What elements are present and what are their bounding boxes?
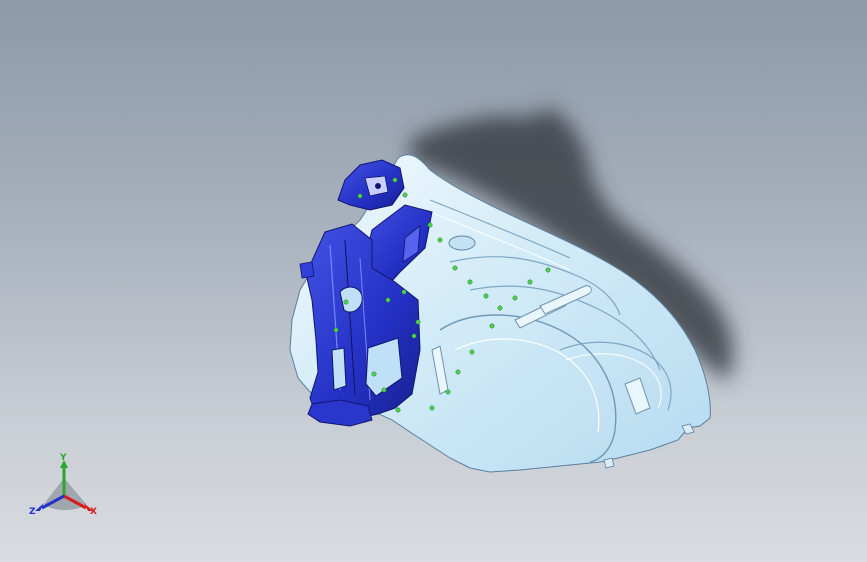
x-axis-label: X <box>90 507 97 517</box>
y-axis-label: Y <box>59 453 67 463</box>
3d-viewport[interactable]: Y X Z <box>0 0 867 562</box>
z-axis-label: Z <box>29 507 36 517</box>
coordinate-triad[interactable]: Y X Z <box>29 453 97 517</box>
